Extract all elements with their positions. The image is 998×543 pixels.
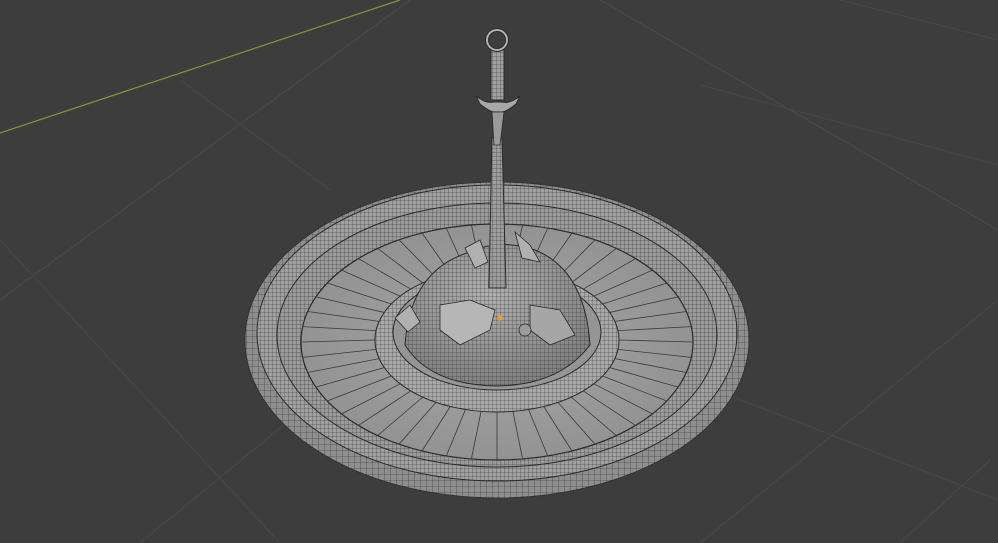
- origin-dot-icon[interactable]: [497, 315, 503, 321]
- y-axis-line: [0, 0, 401, 134]
- viewport-canvas[interactable]: [0, 0, 998, 543]
- 3d-viewport[interactable]: [0, 0, 998, 543]
